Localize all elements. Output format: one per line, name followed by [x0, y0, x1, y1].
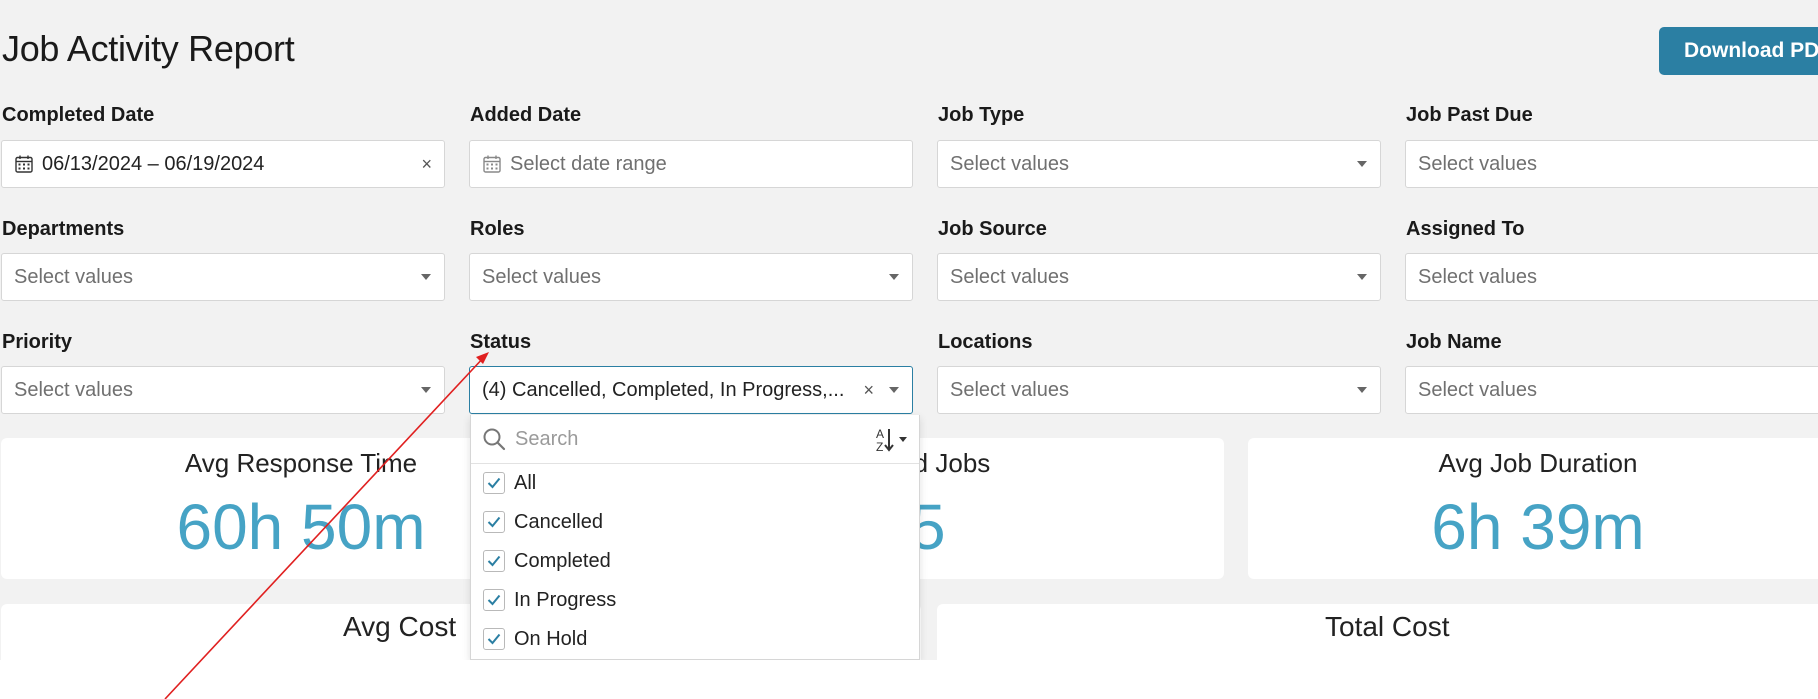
status-option-label: All — [514, 472, 537, 494]
checkbox-checked-icon[interactable] — [483, 550, 505, 572]
search-icon — [483, 428, 506, 451]
completed-date-label: Completed Date — [2, 104, 155, 126]
job-past-due-select[interactable]: Select values — [1405, 140, 1818, 188]
locations-select[interactable]: Select values — [937, 366, 1381, 414]
departments-label: Departments — [2, 218, 125, 240]
status-option-label: In Progress — [514, 589, 617, 611]
priority-placeholder: Select values — [14, 379, 133, 401]
job-name-select[interactable]: Select values — [1405, 366, 1818, 414]
avg-job-duration-value: 6h 39m — [1431, 491, 1645, 563]
roles-label: Roles — [470, 218, 525, 240]
total-cost-title: Total Cost — [1325, 611, 1450, 642]
assigned-to-select[interactable]: Select values — [1405, 253, 1818, 301]
job-source-placeholder: Select values — [950, 266, 1069, 288]
status-dropdown: Search A Z All Cancelled Completed In Pr… — [470, 415, 920, 660]
dropdown-search-placeholder: Search — [515, 428, 579, 450]
added-date-placeholder: Select date range — [510, 153, 667, 175]
chevron-down-icon[interactable] — [889, 387, 899, 393]
job-type-select[interactable]: Select values — [937, 140, 1381, 188]
calendar-icon — [483, 155, 501, 173]
report-page: Job Activity Report Download PDF Complet… — [0, 0, 1818, 660]
chevron-down-icon — [889, 274, 899, 280]
chevron-down-icon — [1357, 387, 1367, 393]
locations-label: Locations — [938, 331, 1033, 353]
avg-job-duration-title: Avg Job Duration — [1438, 448, 1638, 478]
status-option-completed[interactable]: Completed — [483, 546, 883, 576]
job-name-placeholder: Select values — [1418, 379, 1537, 401]
page-title: Job Activity Report — [2, 28, 295, 69]
clear-icon[interactable]: × — [863, 367, 874, 413]
status-option-cancelled[interactable]: Cancelled — [483, 507, 883, 537]
job-name-label: Job Name — [1406, 331, 1502, 353]
chevron-down-icon — [421, 387, 431, 393]
departments-placeholder: Select values — [14, 266, 133, 288]
status-option-in-progress[interactable]: In Progress — [483, 585, 883, 615]
job-past-due-label: Job Past Due — [1406, 104, 1533, 126]
status-value: (4) Cancelled, Completed, In Progress,..… — [482, 379, 845, 401]
priority-label: Priority — [2, 331, 73, 353]
completed-date-value: 06/13/2024 – 06/19/2024 — [42, 153, 265, 175]
job-source-select[interactable]: Select values — [937, 253, 1381, 301]
checkbox-checked-icon[interactable] — [483, 589, 505, 611]
job-source-label: Job Source — [938, 218, 1047, 240]
avg-job-duration-card: Avg Job Duration 6h 39m — [1248, 438, 1818, 579]
status-option-all[interactable]: All — [483, 468, 883, 498]
status-option-label: Cancelled — [514, 511, 603, 533]
checkbox-checked-icon[interactable] — [483, 511, 505, 533]
roles-select[interactable]: Select values — [469, 253, 913, 301]
status-option-on-hold[interactable]: On Hold — [483, 624, 883, 654]
dropdown-search[interactable]: Search A Z — [471, 415, 919, 464]
completed-date-field[interactable]: 06/13/2024 – 06/19/2024 × — [1, 140, 445, 188]
job-past-due-placeholder: Select values — [1418, 153, 1537, 175]
status-label: Status — [470, 331, 532, 353]
chevron-down-icon — [421, 274, 431, 280]
svg-text:A: A — [876, 427, 884, 441]
checkbox-checked-icon[interactable] — [483, 628, 505, 650]
roles-placeholder: Select values — [482, 266, 601, 288]
total-cost-card: Total Cost — [937, 604, 1818, 660]
svg-text:Z: Z — [876, 440, 883, 453]
chevron-down-icon — [1357, 161, 1367, 167]
avg-cost-title: Avg Cost — [343, 611, 457, 642]
chevron-down-icon — [1357, 274, 1367, 280]
added-date-label: Added Date — [470, 104, 582, 126]
locations-placeholder: Select values — [950, 379, 1069, 401]
clear-icon[interactable]: × — [421, 141, 432, 187]
sort-az-icon[interactable]: A Z — [874, 425, 914, 453]
status-select[interactable]: (4) Cancelled, Completed, In Progress,..… — [469, 366, 913, 414]
status-option-label: On Hold — [514, 628, 588, 650]
departments-select[interactable]: Select values — [1, 253, 445, 301]
download-pdf-button[interactable]: Download PDF — [1659, 27, 1818, 75]
job-type-placeholder: Select values — [950, 153, 1069, 175]
priority-select[interactable]: Select values — [1, 366, 445, 414]
status-option-label: Completed — [514, 550, 611, 572]
assigned-to-placeholder: Select values — [1418, 266, 1537, 288]
added-date-field[interactable]: Select date range — [469, 140, 913, 188]
assigned-to-label: Assigned To — [1406, 218, 1525, 240]
job-type-label: Job Type — [938, 104, 1025, 126]
calendar-icon — [15, 155, 33, 173]
checkbox-checked-icon[interactable] — [483, 472, 505, 494]
